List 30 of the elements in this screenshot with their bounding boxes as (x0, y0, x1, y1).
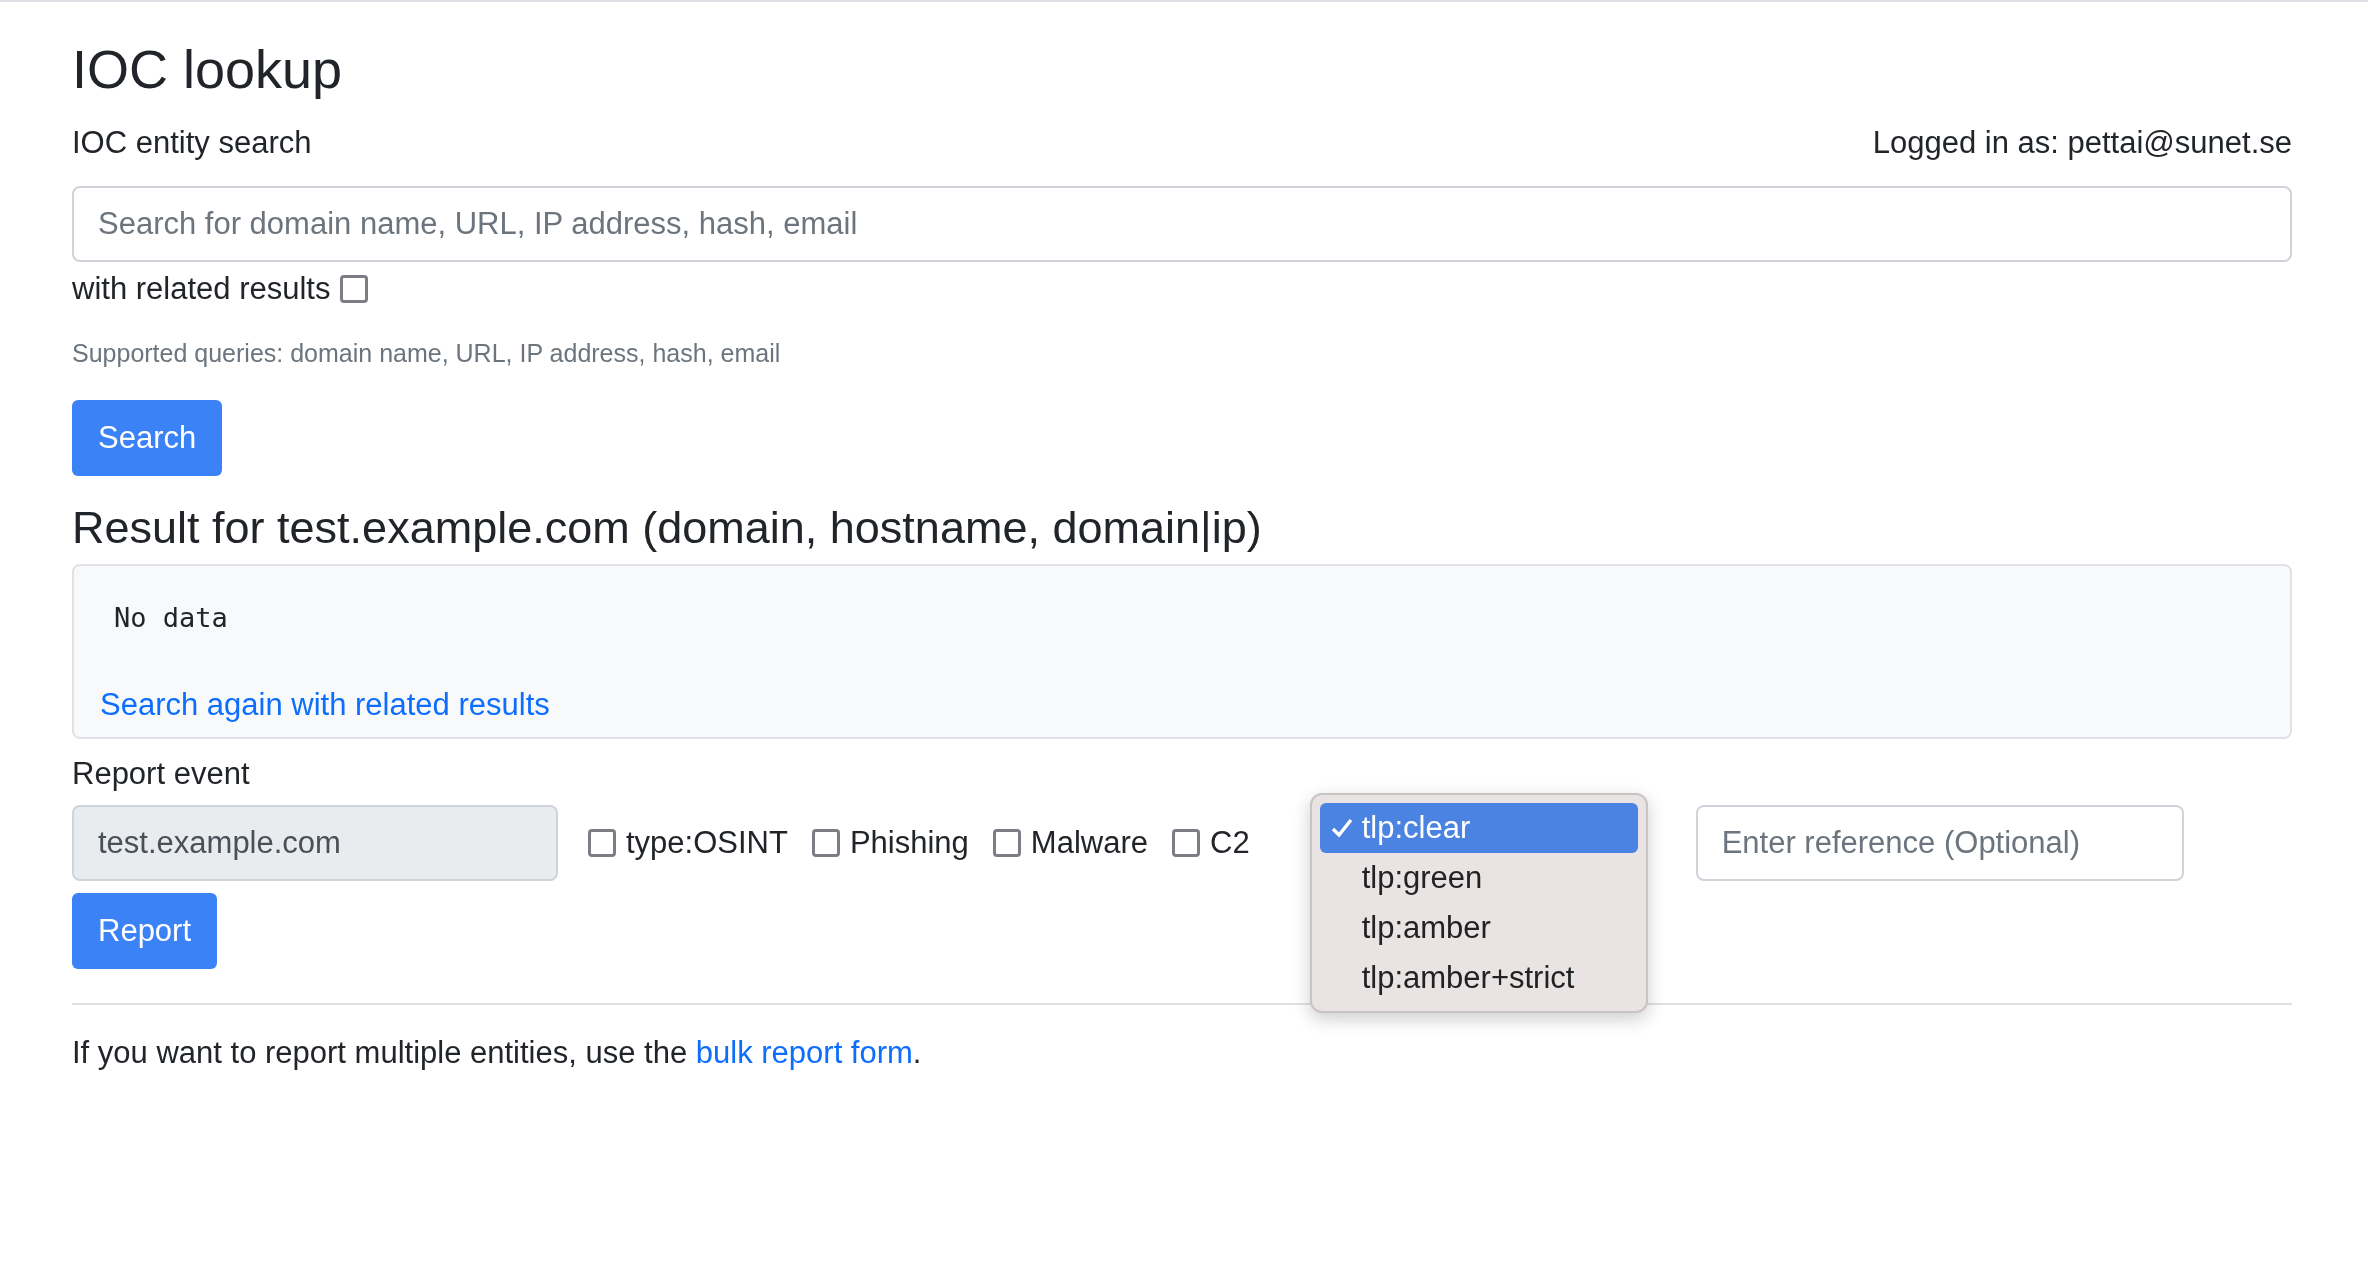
tlp-option[interactable]: tlp:amber (1319, 903, 1638, 953)
tag-checkbox[interactable] (811, 829, 840, 857)
related-results-checkbox[interactable] (340, 275, 369, 304)
search-again-link[interactable]: Search again with related results (100, 686, 550, 722)
tag-checkbox[interactable] (588, 829, 616, 857)
tag-label: Phishing (849, 825, 969, 861)
footer-text: If you want to report multiple entities, use the bulk report form. (72, 1035, 923, 1071)
report-label: Report event (72, 754, 251, 793)
tag-checkbox[interactable] (1172, 829, 1200, 857)
tag-label: C2 (1210, 825, 1250, 861)
help-text: Supported queries: domain name, URL, IP address, hash, email (72, 338, 782, 368)
checkmark-icon (1329, 816, 1354, 840)
tag-checkbox[interactable] (992, 829, 1021, 857)
search-button[interactable]: Search (72, 399, 223, 476)
logged-in-text: Logged in as: pettai@sunet.se (1872, 123, 2292, 162)
page-title: IOC lookup (72, 38, 344, 101)
tlp-option[interactable]: tlp:amber+strict (1319, 953, 1638, 1003)
tag-label: type:OSINT (626, 825, 788, 861)
reference-field[interactable]: Enter reference (Optional) (1695, 805, 2184, 881)
bulk-report-link[interactable]: bulk report form (695, 1035, 913, 1070)
entity-field[interactable]: test.example.com (72, 805, 558, 881)
result-heading: Result for test.example.com (domain, hostname, domain|ip) (72, 501, 1263, 554)
related-results-label: with related results (72, 270, 331, 308)
tag-label: Malware (1030, 825, 1148, 861)
search-label: IOC entity search (72, 123, 312, 162)
result-text: No data (114, 601, 229, 633)
search-field[interactable]: Search for domain name, URL, IP address, hash, email (72, 186, 2292, 262)
report-button[interactable]: Report (72, 893, 218, 969)
tlp-option[interactable]: tlp:clear (1319, 803, 1638, 853)
tlp-option[interactable]: tlp:green (1319, 853, 1638, 903)
